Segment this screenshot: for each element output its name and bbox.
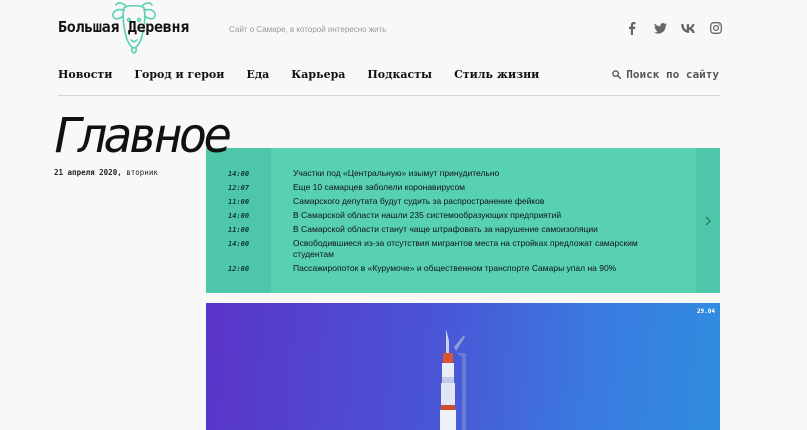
date-value: 21 апреля 2020, xyxy=(54,168,122,177)
news-item[interactable]: 11:00 В Самарской области станут чаще штр… xyxy=(206,224,676,235)
nav-item-lifestyle[interactable]: Стиль жизни xyxy=(454,68,539,81)
news-headline[interactable]: Еще 10 самарцев заболели коронавирусом xyxy=(293,182,663,193)
news-item[interactable]: 11:00 Самарского депутата будут судить за… xyxy=(206,196,676,207)
search-icon xyxy=(612,70,622,79)
news-time: 11:00 xyxy=(228,226,250,234)
news-headline[interactable]: Освободившиеся из-за отсутствия мигранто… xyxy=(293,238,663,260)
site-tagline: Сайт о Самаре, в которой интересно жить xyxy=(229,25,387,34)
news-item[interactable]: 14:00 Освободившиеся из-за отсутствия миг… xyxy=(206,238,676,260)
news-headline[interactable]: В Самарской области нашли 235 системообр… xyxy=(293,210,663,221)
news-item[interactable]: 14:00 В Самарской области нашли 235 систе… xyxy=(206,210,676,221)
news-headline[interactable]: Участки под «Центральную» изымут принуди… xyxy=(293,168,663,179)
news-next-button[interactable] xyxy=(696,148,720,293)
nav-item-city-heroes[interactable]: Город и герои xyxy=(134,68,224,81)
page-title: Главное xyxy=(54,108,232,164)
news-time: 14:00 xyxy=(228,170,250,178)
news-headline[interactable]: Пассажиропоток в «Курумоче» и общественн… xyxy=(293,263,663,274)
news-time: 12:00 xyxy=(228,265,250,273)
facebook-icon[interactable] xyxy=(624,21,640,35)
article-date: 29.04 xyxy=(696,308,715,315)
vk-icon[interactable] xyxy=(680,21,696,35)
news-ticker: 14:00 Участки под «Центральную» изымут пр… xyxy=(206,148,720,293)
nav-item-news[interactable]: Новости xyxy=(58,68,112,81)
nav-item-podcasts[interactable]: Подкасты xyxy=(367,68,432,81)
rocket-image xyxy=(440,329,466,430)
current-date: 21 апреля 2020, вторник xyxy=(54,168,158,177)
search-label[interactable]: Поиск по сайту xyxy=(626,68,719,81)
news-time: 11:00 xyxy=(228,198,250,206)
news-list: 14:00 Участки под «Центральную» изымут пр… xyxy=(206,168,676,277)
nav-item-career[interactable]: Карьера xyxy=(291,68,345,81)
site-search[interactable]: Поиск по сайту xyxy=(612,68,719,81)
news-time: 14:00 xyxy=(228,212,250,220)
news-time: 14:00 xyxy=(228,240,250,248)
news-item[interactable]: 12:07 Еще 10 самарцев заболели коронавиру… xyxy=(206,182,676,193)
twitter-icon[interactable] xyxy=(652,21,668,35)
header-divider xyxy=(58,95,720,96)
news-headline[interactable]: Самарского депутата будут судить за расп… xyxy=(293,196,663,207)
featured-article-card[interactable]: 29.04 xyxy=(206,303,720,430)
news-item[interactable]: 12:00 Пассажиропоток в «Курумоче» и общес… xyxy=(206,263,676,274)
main-nav: Новости Город и герои Еда Карьера Подкас… xyxy=(58,68,561,81)
weekday: вторник xyxy=(126,168,158,177)
instagram-icon[interactable] xyxy=(708,21,724,35)
chevron-right-icon xyxy=(705,216,711,225)
news-item[interactable]: 14:00 Участки под «Центральную» изымут пр… xyxy=(206,168,676,179)
news-time: 12:07 xyxy=(228,184,250,192)
site-logo-title[interactable]: Большая Деревня xyxy=(58,18,189,36)
social-links xyxy=(624,21,724,35)
nav-item-food[interactable]: Еда xyxy=(246,68,269,81)
news-headline[interactable]: В Самарской области станут чаще штрафова… xyxy=(293,224,663,235)
